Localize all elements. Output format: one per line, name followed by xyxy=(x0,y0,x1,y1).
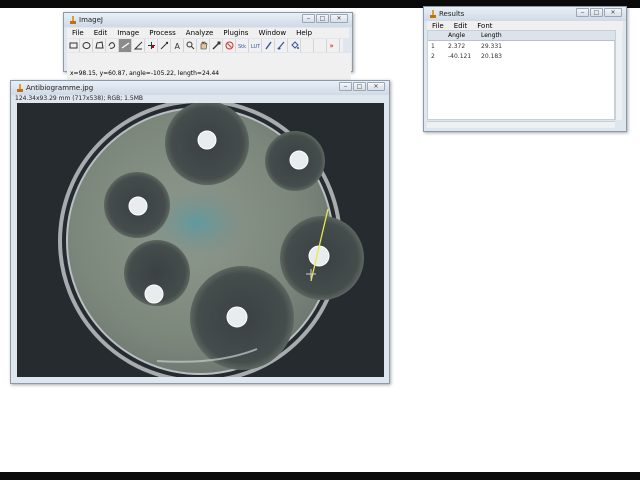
row-length: 29.331 xyxy=(481,43,502,50)
menu-help[interactable]: Help xyxy=(291,28,317,38)
lut-icon[interactable]: Stk xyxy=(236,39,249,52)
blank-tool-slot xyxy=(314,39,327,52)
petri-dish-image xyxy=(17,103,384,377)
imagej-icon xyxy=(70,16,76,24)
results-titlebar[interactable]: Results ‒ □ ✕ xyxy=(424,7,626,21)
imagej-status-bar: x=98.15, y=60.87, angle=-105.22, length=… xyxy=(67,53,351,81)
row-length: 20.183 xyxy=(481,53,502,60)
magnifier-tool-icon[interactable] xyxy=(184,39,197,52)
row-angle: 2.372 xyxy=(448,43,466,50)
hand-tool-icon[interactable] xyxy=(197,39,210,52)
freehand-tool-icon[interactable] xyxy=(106,39,119,52)
table-row[interactable]: 1 2.372 29.331 xyxy=(428,42,616,52)
svg-text:LUT: LUT xyxy=(251,44,260,50)
results-table[interactable]: Angle Length 1 2.372 29.331 2 -40.121 20… xyxy=(427,30,616,120)
maximize-button[interactable]: □ xyxy=(590,8,603,17)
row-angle: -40.121 xyxy=(448,53,472,60)
brush-icon[interactable] xyxy=(275,39,288,52)
color-picker-icon[interactable] xyxy=(210,39,223,52)
developer-menu-icon[interactable]: LUT xyxy=(249,39,262,52)
svg-text:Stk: Stk xyxy=(238,44,246,50)
menu-file[interactable]: File xyxy=(67,28,89,38)
maximize-button[interactable]: □ xyxy=(316,14,329,23)
menu-process[interactable]: Process xyxy=(144,28,181,38)
horizontal-scrollbar[interactable] xyxy=(427,121,615,128)
flood-fill-icon[interactable] xyxy=(288,39,301,52)
image-titlebar[interactable]: Antibiogramme.jpg ‒ □ ✕ xyxy=(11,81,389,95)
menu-plugins[interactable]: Plugins xyxy=(218,28,253,38)
menu-analyze[interactable]: Analyze xyxy=(181,28,219,38)
menu-image[interactable]: Image xyxy=(112,28,144,38)
results-header: Angle Length xyxy=(428,31,616,41)
image-window: Antibiogramme.jpg ‒ □ ✕ 124.34x93.29 mm … xyxy=(10,80,390,384)
image-info: 124.34x93.29 mm (717x538); RGB; 1.5MB xyxy=(15,95,143,102)
imagej-title: ImageJ xyxy=(79,16,103,24)
imagej-icon xyxy=(17,84,23,92)
close-button[interactable]: ✕ xyxy=(330,14,348,23)
wand-tool-icon[interactable] xyxy=(158,39,171,52)
imagej-window: ImageJ ‒ □ ✕ File Edit Image Process Ana… xyxy=(63,12,353,81)
pencil-icon[interactable] xyxy=(262,39,275,52)
row-index: 2 xyxy=(431,53,435,60)
imagej-icon xyxy=(430,10,436,18)
polygon-tool-icon[interactable] xyxy=(93,39,106,52)
image-title: Antibiogramme.jpg xyxy=(26,84,94,92)
table-row[interactable]: 2 -40.121 20.183 xyxy=(428,52,616,62)
status-text: x=98.15, y=60.87, angle=-105.22, length=… xyxy=(70,70,220,77)
vertical-scrollbar[interactable] xyxy=(615,30,622,120)
straight-line-tool-icon[interactable] xyxy=(119,39,132,52)
point-tool-icon[interactable] xyxy=(145,39,158,52)
minimize-button[interactable]: ‒ xyxy=(339,82,352,91)
close-button[interactable]: ✕ xyxy=(604,8,622,17)
close-button[interactable]: ✕ xyxy=(367,82,385,91)
imagej-toolbar: A Stk LUT » xyxy=(67,39,343,52)
oval-tool-icon[interactable] xyxy=(80,39,93,52)
menu-window[interactable]: Window xyxy=(253,28,291,38)
imagej-titlebar[interactable]: ImageJ ‒ □ ✕ xyxy=(64,13,352,27)
rectangle-tool-icon[interactable] xyxy=(67,39,80,52)
stop-icon[interactable] xyxy=(223,39,236,52)
row-index: 1 xyxy=(431,43,435,50)
svg-text:A: A xyxy=(174,42,180,50)
screen-bottom-bar xyxy=(0,472,640,480)
col-header-length[interactable]: Length xyxy=(481,32,502,39)
image-canvas[interactable] xyxy=(17,103,384,377)
blank-tool-slot xyxy=(301,39,314,52)
angle-tool-icon[interactable] xyxy=(132,39,145,52)
imagej-menubar: File Edit Image Process Analyze Plugins … xyxy=(67,28,349,38)
results-title: Results xyxy=(439,10,465,18)
menu-edit[interactable]: Edit xyxy=(89,28,113,38)
col-header-angle[interactable]: Angle xyxy=(448,32,465,39)
svg-text:»: » xyxy=(329,42,333,50)
minimize-button[interactable]: ‒ xyxy=(576,8,589,17)
more-tools-icon[interactable]: » xyxy=(327,39,340,52)
maximize-button[interactable]: □ xyxy=(353,82,366,91)
results-window: Results ‒ □ ✕ File Edit Font Angle Lengt… xyxy=(423,6,627,132)
text-tool-icon[interactable]: A xyxy=(171,39,184,52)
minimize-button[interactable]: ‒ xyxy=(302,14,315,23)
